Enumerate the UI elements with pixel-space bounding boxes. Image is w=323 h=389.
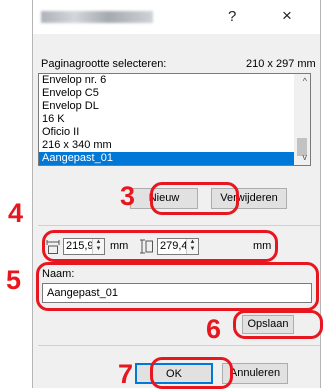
list-item[interactable]: Envelop nr. 6 bbox=[39, 74, 310, 87]
list-item[interactable]: Envelop DL bbox=[39, 100, 310, 113]
new-button[interactable]: Nieuw bbox=[130, 188, 198, 209]
height-unit: mm bbox=[253, 240, 272, 252]
width-unit: mm bbox=[110, 240, 129, 252]
height-spinbox[interactable]: 279,4 ▲ ▼ bbox=[157, 238, 199, 255]
height-spin-arrows-icon[interactable]: ▲ ▼ bbox=[186, 239, 198, 254]
close-button[interactable]: × bbox=[282, 6, 292, 26]
cancel-button[interactable]: Annuleren bbox=[222, 363, 288, 384]
list-item[interactable]: Envelop C5 bbox=[39, 87, 310, 100]
name-label: Naam: bbox=[42, 268, 75, 280]
list-scrollbar[interactable]: ^ v bbox=[294, 74, 310, 165]
delete-button[interactable]: Verwijderen bbox=[211, 188, 287, 209]
step-number-6: 6 bbox=[206, 314, 222, 344]
page-height-icon bbox=[140, 239, 153, 254]
list-item[interactable]: 16 K bbox=[39, 113, 310, 126]
height-value[interactable]: 279,4 bbox=[160, 240, 188, 252]
save-button[interactable]: Opslaan bbox=[242, 315, 294, 334]
step-number-7: 7 bbox=[118, 359, 134, 389]
list-item-selected[interactable]: Aangepast_01 bbox=[39, 152, 310, 165]
title-bar: ? × bbox=[33, 0, 320, 34]
step-number-4: 4 bbox=[8, 198, 24, 228]
page-width-icon bbox=[46, 240, 60, 254]
list-item[interactable]: 216 x 340 mm bbox=[39, 139, 310, 152]
ok-button[interactable]: OK bbox=[135, 363, 213, 384]
paper-size-listbox[interactable]: Envelop nr. 6 Envelop C5 Envelop DL 16 K… bbox=[38, 73, 311, 166]
width-spinbox[interactable]: 215,9 ▲ ▼ bbox=[63, 238, 105, 255]
width-value[interactable]: 215,9 bbox=[66, 240, 94, 252]
width-spin-arrows-icon[interactable]: ▲ ▼ bbox=[92, 239, 104, 254]
list-item[interactable]: Oficio II bbox=[39, 126, 310, 139]
blurred-window-title bbox=[41, 11, 153, 23]
paper-size-label: Paginagrootte selecteren: bbox=[41, 58, 167, 70]
scroll-down-arrow-icon[interactable]: v bbox=[303, 152, 308, 162]
step-number-5: 5 bbox=[6, 265, 22, 295]
divider bbox=[38, 345, 320, 346]
help-button[interactable]: ? bbox=[228, 8, 236, 25]
paper-size-value: 210 x 297 mm bbox=[246, 58, 316, 70]
scroll-up-arrow-icon[interactable]: ^ bbox=[303, 76, 307, 86]
name-field[interactable] bbox=[42, 283, 312, 303]
divider bbox=[38, 225, 320, 226]
step-number-3: 3 bbox=[120, 181, 136, 211]
